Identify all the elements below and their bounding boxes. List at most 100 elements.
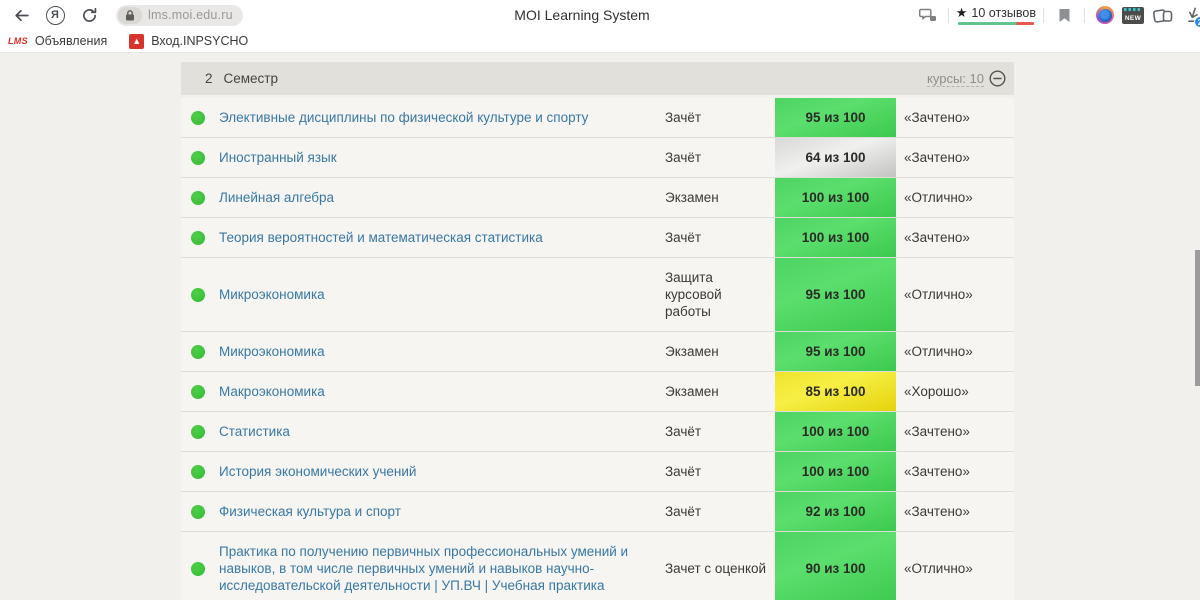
course-row: Линейная алгебра Экзамен 100 из 100 «Отл…: [181, 178, 1014, 218]
browser-toolbar: Я lms.moi.edu.ru MOI Learning System ★ 1…: [0, 0, 1200, 30]
course-title-link[interactable]: Физическая культура и спорт: [219, 492, 665, 531]
course-status: [181, 561, 219, 576]
downloads-button[interactable]: 2: [1182, 4, 1200, 28]
status-dot-icon: [191, 561, 205, 576]
course-status: [181, 190, 219, 205]
vertical-scrollbar-thumb[interactable]: [1195, 250, 1200, 386]
course-score-badge: 100 из 100: [775, 218, 896, 257]
bookmarks-bar: LMS Объявления ▲ Вход.INPSYCHO: [0, 30, 1200, 53]
course-row: Практика по получению первичных професси…: [181, 532, 1014, 600]
bookmark-button[interactable]: [1051, 2, 1077, 28]
protect-chat-icon: [918, 8, 936, 21]
bookmark-flag-icon: [1059, 8, 1069, 22]
course-exam-type: Зачёт: [665, 424, 702, 439]
course-title-link[interactable]: Статистика: [219, 412, 665, 451]
course-grade: «Отлично»: [904, 561, 973, 576]
course-status: [181, 110, 219, 125]
minus-circle-icon: [989, 70, 1006, 87]
yandex-home-button[interactable]: Я: [42, 2, 68, 28]
bookmark-item-announcements[interactable]: LMS Объявления: [8, 34, 107, 48]
course-grade: «Хорошо»: [904, 384, 969, 399]
status-dot-icon: [191, 230, 205, 245]
url-text: lms.moi.edu.ru: [148, 8, 233, 22]
status-dot-icon: [191, 110, 205, 125]
address-bar[interactable]: lms.moi.edu.ru: [116, 4, 243, 26]
course-status: [181, 384, 219, 399]
course-title-link[interactable]: Микроэкономика: [219, 332, 665, 371]
course-grade: «Зачтено»: [904, 464, 970, 479]
courses-count-link[interactable]: курсы: 10: [927, 71, 984, 87]
inpsycho-favicon: ▲: [129, 33, 145, 49]
course-score-badge: 95 из 100: [775, 258, 896, 331]
star-icon: ★: [955, 5, 968, 20]
status-dot-icon: [191, 464, 205, 479]
course-exam-type: Зачет с оценкой: [665, 561, 767, 576]
semester-label: Семестр: [223, 71, 279, 86]
course-title-link[interactable]: Теория вероятностей и математическая ста…: [219, 218, 665, 257]
gradebook-table: 2 Семестр курсы: 10 Элективные дисциплин…: [181, 62, 1014, 600]
toolbar-separator: [1084, 7, 1085, 23]
course-grade: «Зачтено»: [904, 504, 970, 519]
course-grade: «Зачтено»: [904, 110, 970, 125]
course-score-badge: 100 из 100: [775, 412, 896, 451]
course-rows: Элективные дисциплины по физической куль…: [181, 98, 1014, 600]
course-score-badge: 95 из 100: [775, 98, 896, 137]
course-status: [181, 287, 219, 302]
course-grade: «Зачтено»: [904, 230, 970, 245]
status-dot-icon: [191, 190, 205, 205]
course-row: Микроэкономика Защита курсовой работы 95…: [181, 258, 1014, 332]
collapse-semester-button[interactable]: [989, 70, 1006, 87]
course-status: [181, 150, 219, 165]
refresh-button[interactable]: [76, 2, 102, 28]
kinopoisk-new-button[interactable]: NEW: [1120, 2, 1146, 28]
course-status: [181, 424, 219, 439]
course-title-link[interactable]: Макроэкономика: [219, 372, 665, 411]
course-score-badge: 92 из 100: [775, 492, 896, 531]
status-dot-icon: [191, 424, 205, 439]
semester-number: 2: [205, 71, 213, 86]
refresh-icon: [82, 7, 96, 22]
course-grade: «Отлично»: [904, 190, 973, 205]
course-title-link[interactable]: Иностранный язык: [219, 138, 665, 177]
status-dot-icon: [191, 344, 205, 359]
course-row: Элективные дисциплины по физической куль…: [181, 98, 1014, 138]
course-title-link[interactable]: Практика по получению первичных професси…: [219, 532, 665, 600]
status-dot-icon: [191, 504, 205, 519]
bookmark-label: Вход.INPSYCHO: [151, 34, 249, 48]
bookmark-item-inpsycho[interactable]: ▲ Вход.INPSYCHO: [129, 33, 249, 49]
site-rating-widget[interactable]: ★ 10 отзывов: [956, 6, 1036, 25]
status-dot-icon: [191, 150, 205, 165]
ssl-lock-chip[interactable]: [118, 6, 142, 24]
semester-2-header[interactable]: 2 Семестр курсы: 10: [181, 62, 1014, 95]
bookmark-label: Объявления: [34, 34, 108, 48]
status-dot-icon: [191, 384, 205, 399]
course-row: Теория вероятностей и математическая ста…: [181, 218, 1014, 258]
course-row: Статистика Зачёт 100 из 100 «Зачтено»: [181, 412, 1014, 452]
back-arrow-icon: [14, 9, 29, 21]
course-row: Макроэкономика Экзамен 85 из 100 «Хорошо…: [181, 372, 1014, 412]
course-score-badge: 100 из 100: [775, 452, 896, 491]
yandex-icon: Я: [45, 5, 65, 25]
status-dot-icon: [191, 287, 205, 302]
course-title-link[interactable]: Линейная алгебра: [219, 178, 665, 217]
course-exam-type: Зачёт: [665, 464, 702, 479]
course-score-badge: 90 из 100: [775, 532, 896, 600]
course-row: Иностранный язык Зачёт 64 из 100 «Зачтен…: [181, 138, 1014, 178]
course-exam-type: Зачёт: [665, 110, 702, 125]
extension-button[interactable]: [1092, 2, 1118, 28]
back-button[interactable]: [8, 2, 34, 28]
rating-bar: [957, 21, 1034, 25]
collections-button[interactable]: [1150, 2, 1176, 28]
course-title-link[interactable]: История экономических учений: [219, 452, 665, 491]
course-exam-type: Экзамен: [665, 384, 719, 399]
course-exam-type: Экзамен: [665, 190, 719, 205]
protect-button[interactable]: [915, 2, 941, 28]
course-title-link[interactable]: Элективные дисциплины по физической куль…: [219, 98, 665, 137]
course-status: [181, 464, 219, 479]
course-grade: «Зачтено»: [904, 424, 970, 439]
lms-favicon: LMS: [8, 36, 28, 46]
course-title-link[interactable]: Микроэкономика: [219, 275, 665, 314]
course-grade: «Отлично»: [904, 287, 973, 302]
page-title: MOI Learning System: [514, 7, 650, 23]
course-status: [181, 504, 219, 519]
